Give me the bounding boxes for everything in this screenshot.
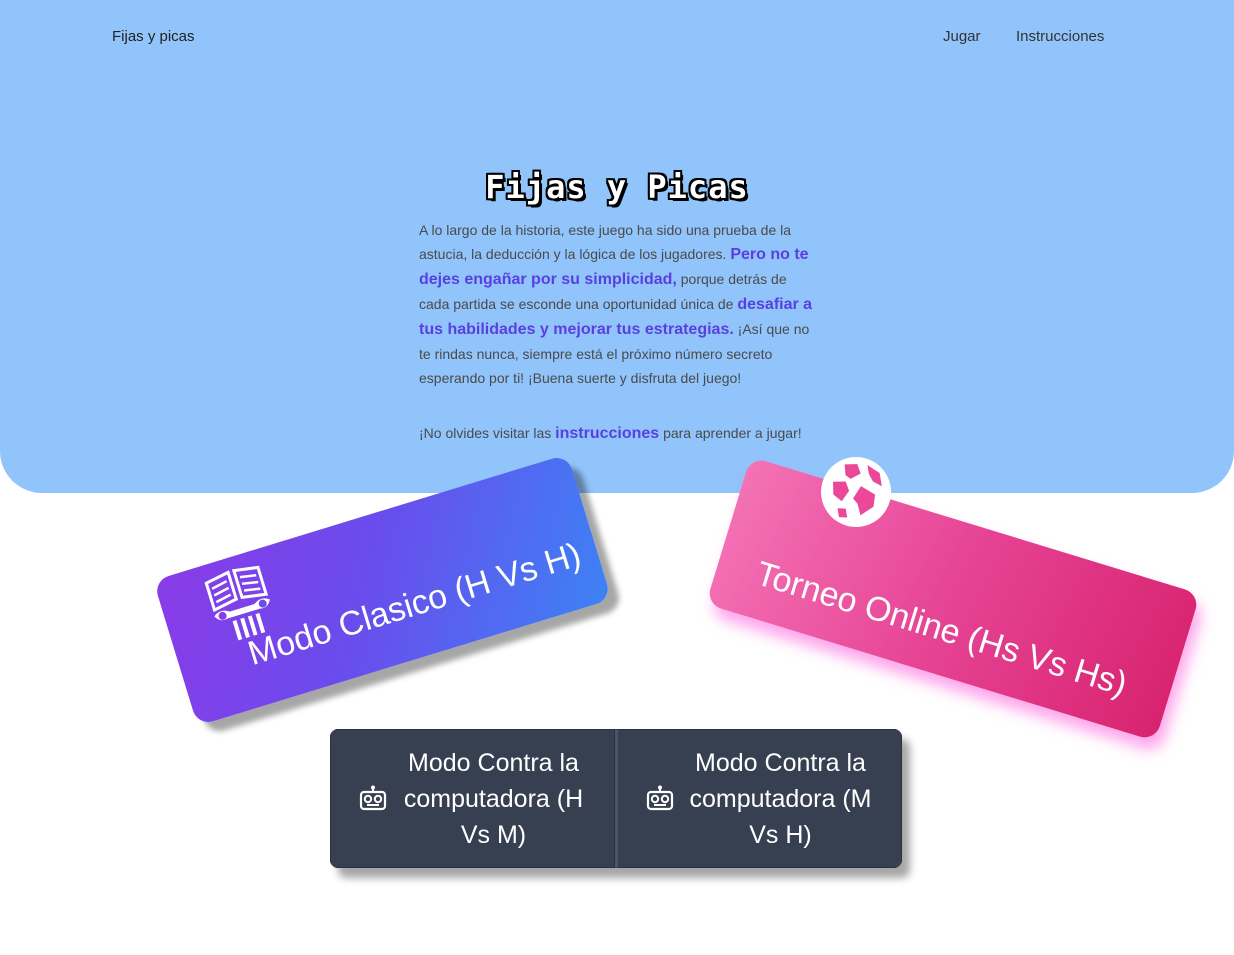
robot-icon bbox=[646, 785, 674, 810]
page-title: Fijas y Picas bbox=[485, 168, 749, 206]
brand-link[interactable]: Fijas y picas bbox=[112, 28, 195, 45]
vs-computer-h-vs-m-button[interactable]: Modo Contra la computadora (H Vs M) bbox=[330, 729, 615, 868]
vs-computer-m-vs-h-button[interactable]: Modo Contra la computadora (M Vs H) bbox=[615, 729, 902, 868]
intro-paragraph: A lo largo de la historia, este juego ha… bbox=[419, 218, 814, 390]
vs-computer-m-vs-h-label: Modo Contra la computadora (M Vs H) bbox=[689, 748, 872, 849]
robot-icon bbox=[359, 785, 387, 810]
nav-link-jugar[interactable]: Jugar bbox=[943, 28, 981, 45]
vs-computer-button-group: Modo Contra la computadora (H Vs M) Modo… bbox=[330, 729, 902, 868]
nav-link-instrucciones[interactable]: Instrucciones bbox=[1016, 28, 1104, 45]
vs-computer-h-vs-m-label: Modo Contra la computadora (H Vs M) bbox=[403, 748, 584, 849]
classic-mode-label: Modo Clasico (H Vs H) bbox=[243, 535, 586, 673]
online-tournament-label: Torneo Online (Hs Vs Hs) bbox=[751, 554, 1132, 704]
reminder-text-after: para aprender a jugar! bbox=[659, 425, 802, 441]
online-tournament-card[interactable]: Torneo Online (Hs Vs Hs) bbox=[705, 456, 1201, 742]
reminder-text-before: ¡No olvides visitar las bbox=[419, 425, 556, 441]
instructions-reminder: ¡No olvides visitar las instrucciones pa… bbox=[419, 425, 839, 443]
classic-mode-card[interactable]: Modo Clasico (H Vs H) bbox=[153, 454, 612, 726]
instructions-link[interactable]: instrucciones bbox=[555, 425, 659, 442]
